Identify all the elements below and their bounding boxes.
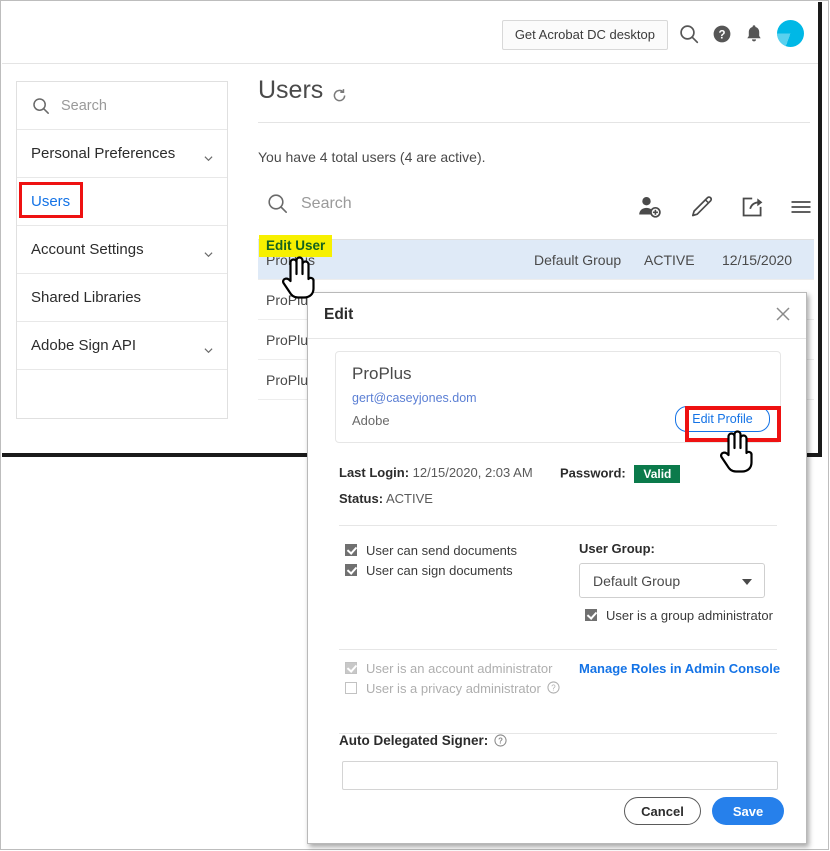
help-circle-icon[interactable]: ? [494,734,507,747]
chevron-down-icon [204,342,213,351]
auto-delegated-signer-label: Auto Delegated Signer: ? [339,733,507,748]
svg-text:?: ? [551,684,556,693]
last-login-value: 12/15/2020, 2:03 AM [413,465,533,480]
checkbox-icon [345,682,357,694]
search-icon[interactable] [677,22,701,46]
user-profile-card: ProPlus gert@caseyjones.dom Adobe Edit P… [335,351,781,443]
svg-text:?: ? [498,737,503,746]
sidebar-item-label: Account Settings [31,241,144,258]
checkbox-icon [585,609,597,621]
checkbox-label: User can sign documents [366,563,513,578]
sidebar: Search Personal Preferences Users Accoun… [16,81,228,419]
add-user-icon[interactable] [636,194,662,220]
divider [339,649,777,650]
user-email[interactable]: gert@caseyjones.dom [352,391,477,405]
get-acrobat-dc-desktop-button[interactable]: Get Acrobat DC desktop [502,20,668,50]
page-title: Users [258,76,812,105]
auto-delegated-signer-input[interactable] [342,761,778,790]
checkbox-icon [345,564,357,576]
sidebar-item-label: Personal Preferences [31,145,175,162]
edit-pencil-icon[interactable] [688,194,714,220]
sidebar-item-personal-preferences[interactable]: Personal Preferences [17,130,227,178]
checkbox-user-can-sign-documents[interactable]: User can sign documents [345,563,513,578]
user-count-text: You have 4 total users (4 are active). [258,149,486,165]
checkbox-account-administrator: User is an account administrator [345,661,552,676]
checkbox-group-administrator[interactable]: User is a group administrator [585,608,773,623]
sidebar-search-input[interactable]: Search [17,82,227,130]
user-group-value: Default Group [593,573,680,589]
title-divider [258,122,810,123]
edit-user-modal: Edit ProPlus gert@caseyjones.dom Adobe E… [307,292,807,844]
cell-user-date: 12/15/2020 [722,252,812,268]
password-detail: Password: Valid [560,465,680,483]
sidebar-item-label: Users [31,193,70,210]
page-title-text: Users [258,76,323,105]
search-icon [31,96,51,116]
status-badge: Valid [634,465,680,483]
cell-user-group: Default Group [534,252,644,268]
user-organization: Adobe [352,413,390,428]
sidebar-item-adobe-sign-api[interactable]: Adobe Sign API [17,322,227,370]
list-search-input[interactable]: Search [266,192,352,215]
chevron-down-icon [204,150,213,159]
page-frame: Get Acrobat DC desktop ? [0,0,829,850]
edit-profile-button[interactable]: Edit Profile [675,406,770,432]
password-label: Password: [560,465,626,480]
user-group-label: User Group: [579,541,655,556]
close-icon[interactable] [774,305,792,323]
sidebar-item-label: Adobe Sign API [31,337,136,354]
auto-delegated-signer-label-text: Auto Delegated Signer: [339,733,488,748]
main-content: Users You have 4 total users (4 are acti… [250,76,812,123]
chevron-down-icon [742,579,752,585]
manage-roles-link[interactable]: Manage Roles in Admin Console [579,661,780,676]
modal-title: Edit [324,306,353,324]
user-name: ProPlus [352,364,412,384]
checkbox-user-can-send-documents[interactable]: User can send documents [345,543,517,558]
cell-user-status: ACTIVE [644,252,722,268]
refresh-icon[interactable] [331,82,348,99]
sidebar-item-shared-libraries[interactable]: Shared Libraries [17,274,227,322]
avatar[interactable] [777,20,804,47]
sidebar-empty-space [17,370,227,418]
list-toolbar: Search [258,188,814,234]
top-header: Get Acrobat DC desktop ? [2,2,818,64]
modal-header: Edit [308,293,806,339]
sidebar-search-placeholder: Search [61,98,107,114]
table-row[interactable]: ProPlus Default Group ACTIVE 12/15/2020 [258,240,814,280]
last-login-label: Last Login: [339,465,409,480]
export-icon[interactable] [739,194,765,220]
last-login-detail: Last Login: 12/15/2020, 2:03 AM [339,465,533,480]
status-label: Status: [339,491,383,506]
checkbox-label: User is a privacy administrator [366,681,541,696]
user-group-select[interactable]: Default Group [579,563,765,598]
cancel-button[interactable]: Cancel [624,797,701,825]
save-button[interactable]: Save [712,797,784,825]
sidebar-item-account-settings[interactable]: Account Settings [17,226,227,274]
checkbox-label: User is an account administrator [366,661,552,676]
chevron-down-icon [204,246,213,255]
checkbox-privacy-administrator: User is a privacy administrator ? [345,681,560,696]
bell-icon[interactable] [742,22,766,46]
sidebar-item-label: Shared Libraries [31,289,141,306]
hamburger-menu-icon[interactable] [788,194,814,220]
status-value: ACTIVE [386,491,433,506]
checkbox-label: User is a group administrator [606,608,773,623]
checkbox-icon [345,662,357,674]
sidebar-item-users[interactable]: Users [17,178,227,226]
help-icon[interactable]: ? [710,22,734,46]
checkbox-icon [345,544,357,556]
checkbox-label: User can send documents [366,543,517,558]
edit-user-tooltip: Edit User [259,235,332,257]
search-icon [266,192,289,215]
divider [339,525,777,526]
svg-text:?: ? [718,29,725,41]
status-detail: Status: ACTIVE [339,491,433,506]
list-search-placeholder: Search [301,195,352,213]
modal-footer: Cancel Save [624,797,784,825]
help-circle-icon[interactable]: ? [547,681,560,694]
